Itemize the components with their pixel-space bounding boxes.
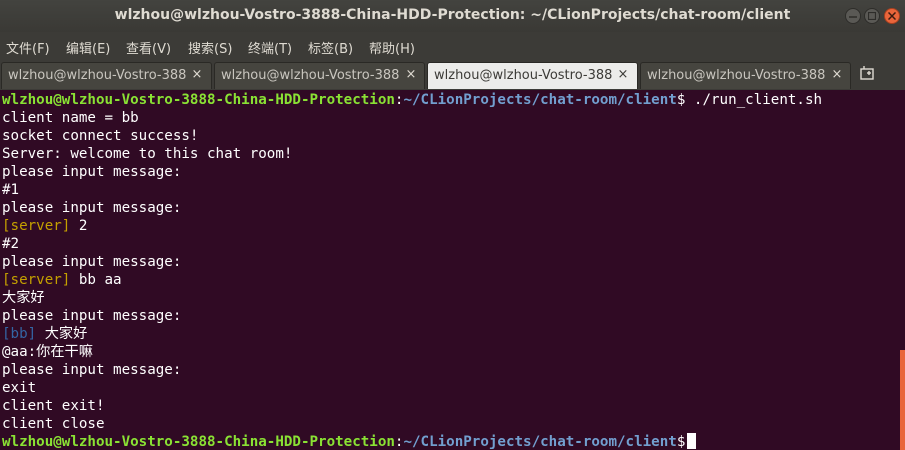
output-line: [server] bb aa bbox=[2, 271, 122, 289]
output-line: socket connect success! bbox=[2, 128, 199, 144]
new-tab-icon[interactable] bbox=[859, 65, 877, 81]
prompt-line: wlzhou@wlzhou-Vostro-3888-China-HDD-Prot… bbox=[2, 433, 697, 450]
tab-4[interactable]: wlzhou@wlzhou-Vostro-3888-China-HDD-Prot… bbox=[640, 62, 851, 89]
tab-label: wlzhou@wlzhou-Vostro-3888-China-HDD-Prot… bbox=[434, 68, 612, 83]
tab-bar: wlzhou@wlzhou-Vostro-3888-China-HDD-Prot… bbox=[0, 60, 905, 90]
title-bar[interactable]: wlzhou@wlzhou-Vostro-3888-China-HDD-Prot… bbox=[0, 0, 905, 32]
window-title: wlzhou@wlzhou-Vostro-3888-China-HDD-Prot… bbox=[114, 7, 791, 23]
tab-close-icon[interactable]: × bbox=[404, 67, 418, 83]
output-line: exit bbox=[2, 380, 37, 396]
terminal-window: wlzhou@wlzhou-Vostro-3888-China-HDD-Prot… bbox=[0, 0, 905, 450]
tab-2[interactable]: wlzhou@wlzhou-Vostro-3888-China-HDD-Prot… bbox=[214, 62, 425, 89]
output-line: 大家好 bbox=[2, 290, 45, 306]
server-tag: [server] bbox=[2, 218, 71, 234]
output-line: @aa:你在干嘛 bbox=[2, 344, 93, 360]
minimize-icon[interactable] bbox=[845, 8, 861, 24]
menu-bar: 文件(F) 编辑(E) 查看(V) 搜索(S) 终端(T) 标签(B) 帮助(H… bbox=[0, 32, 905, 60]
prompt-path: ~/CLionProjects/chat-room/client bbox=[403, 434, 677, 450]
output-line: Server: welcome to this chat room! bbox=[2, 146, 293, 162]
scrollbar[interactable] bbox=[900, 350, 905, 450]
user-tag: [bb] bbox=[2, 326, 37, 342]
output-line: [server] 2 bbox=[2, 217, 87, 235]
menu-terminal[interactable]: 终端(T) bbox=[248, 38, 292, 57]
prompt-path: ~/CLionProjects/chat-room/client bbox=[403, 92, 677, 108]
message-text: 大家好 bbox=[36, 326, 88, 342]
prompt-user: wlzhou@wlzhou-Vostro-3888-China-HDD-Prot… bbox=[2, 92, 395, 108]
prompt-dollar: $ bbox=[676, 434, 686, 450]
tab-3-active[interactable]: wlzhou@wlzhou-Vostro-3888-China-HDD-Prot… bbox=[427, 62, 638, 89]
menu-edit[interactable]: 编辑(E) bbox=[66, 38, 110, 57]
output-line: please input message: bbox=[2, 200, 182, 216]
close-icon[interactable] bbox=[884, 8, 900, 24]
text-cursor bbox=[687, 433, 697, 449]
output-line: client exit! bbox=[2, 398, 105, 414]
server-tag: [server] bbox=[2, 272, 71, 288]
menu-search[interactable]: 搜索(S) bbox=[188, 38, 232, 57]
tab-close-icon[interactable]: × bbox=[616, 67, 630, 83]
tab-close-icon[interactable]: × bbox=[830, 67, 844, 83]
menu-tabs[interactable]: 标签(B) bbox=[308, 38, 353, 57]
tab-1[interactable]: wlzhou@wlzhou-Vostro-3888-China-HDD-Prot… bbox=[1, 62, 212, 89]
output-line: please input message: bbox=[2, 254, 182, 270]
output-line: client name = bb bbox=[2, 110, 139, 126]
terminal-output[interactable]: wlzhou@wlzhou-Vostro-3888-China-HDD-Prot… bbox=[0, 90, 905, 450]
output-line: please input message: bbox=[2, 308, 182, 324]
tab-label: wlzhou@wlzhou-Vostro-3888-China-HDD-Prot… bbox=[647, 68, 825, 83]
output-line: [bb] 大家好 bbox=[2, 325, 87, 343]
message-text: bb aa bbox=[70, 272, 122, 288]
message-text: 2 bbox=[70, 218, 88, 234]
prompt-user: wlzhou@wlzhou-Vostro-3888-China-HDD-Prot… bbox=[2, 434, 395, 450]
tab-close-icon[interactable]: × bbox=[190, 67, 204, 83]
prompt-line: wlzhou@wlzhou-Vostro-3888-China-HDD-Prot… bbox=[2, 91, 822, 109]
output-line: #1 bbox=[2, 182, 20, 198]
tab-label: wlzhou@wlzhou-Vostro-3888-China-HDD-Prot… bbox=[8, 68, 186, 83]
maximize-icon[interactable] bbox=[864, 8, 880, 24]
output-line: #2 bbox=[2, 236, 20, 252]
output-line: client close bbox=[2, 416, 105, 432]
menu-file[interactable]: 文件(F) bbox=[6, 38, 50, 57]
command-text: ./run_client.sh bbox=[685, 92, 823, 108]
tab-label: wlzhou@wlzhou-Vostro-3888-China-HDD-Prot… bbox=[221, 68, 399, 83]
menu-view[interactable]: 查看(V) bbox=[126, 38, 171, 57]
output-line: please input message: bbox=[2, 362, 182, 378]
output-line: please input message: bbox=[2, 164, 182, 180]
menu-help[interactable]: 帮助(H) bbox=[369, 38, 415, 57]
